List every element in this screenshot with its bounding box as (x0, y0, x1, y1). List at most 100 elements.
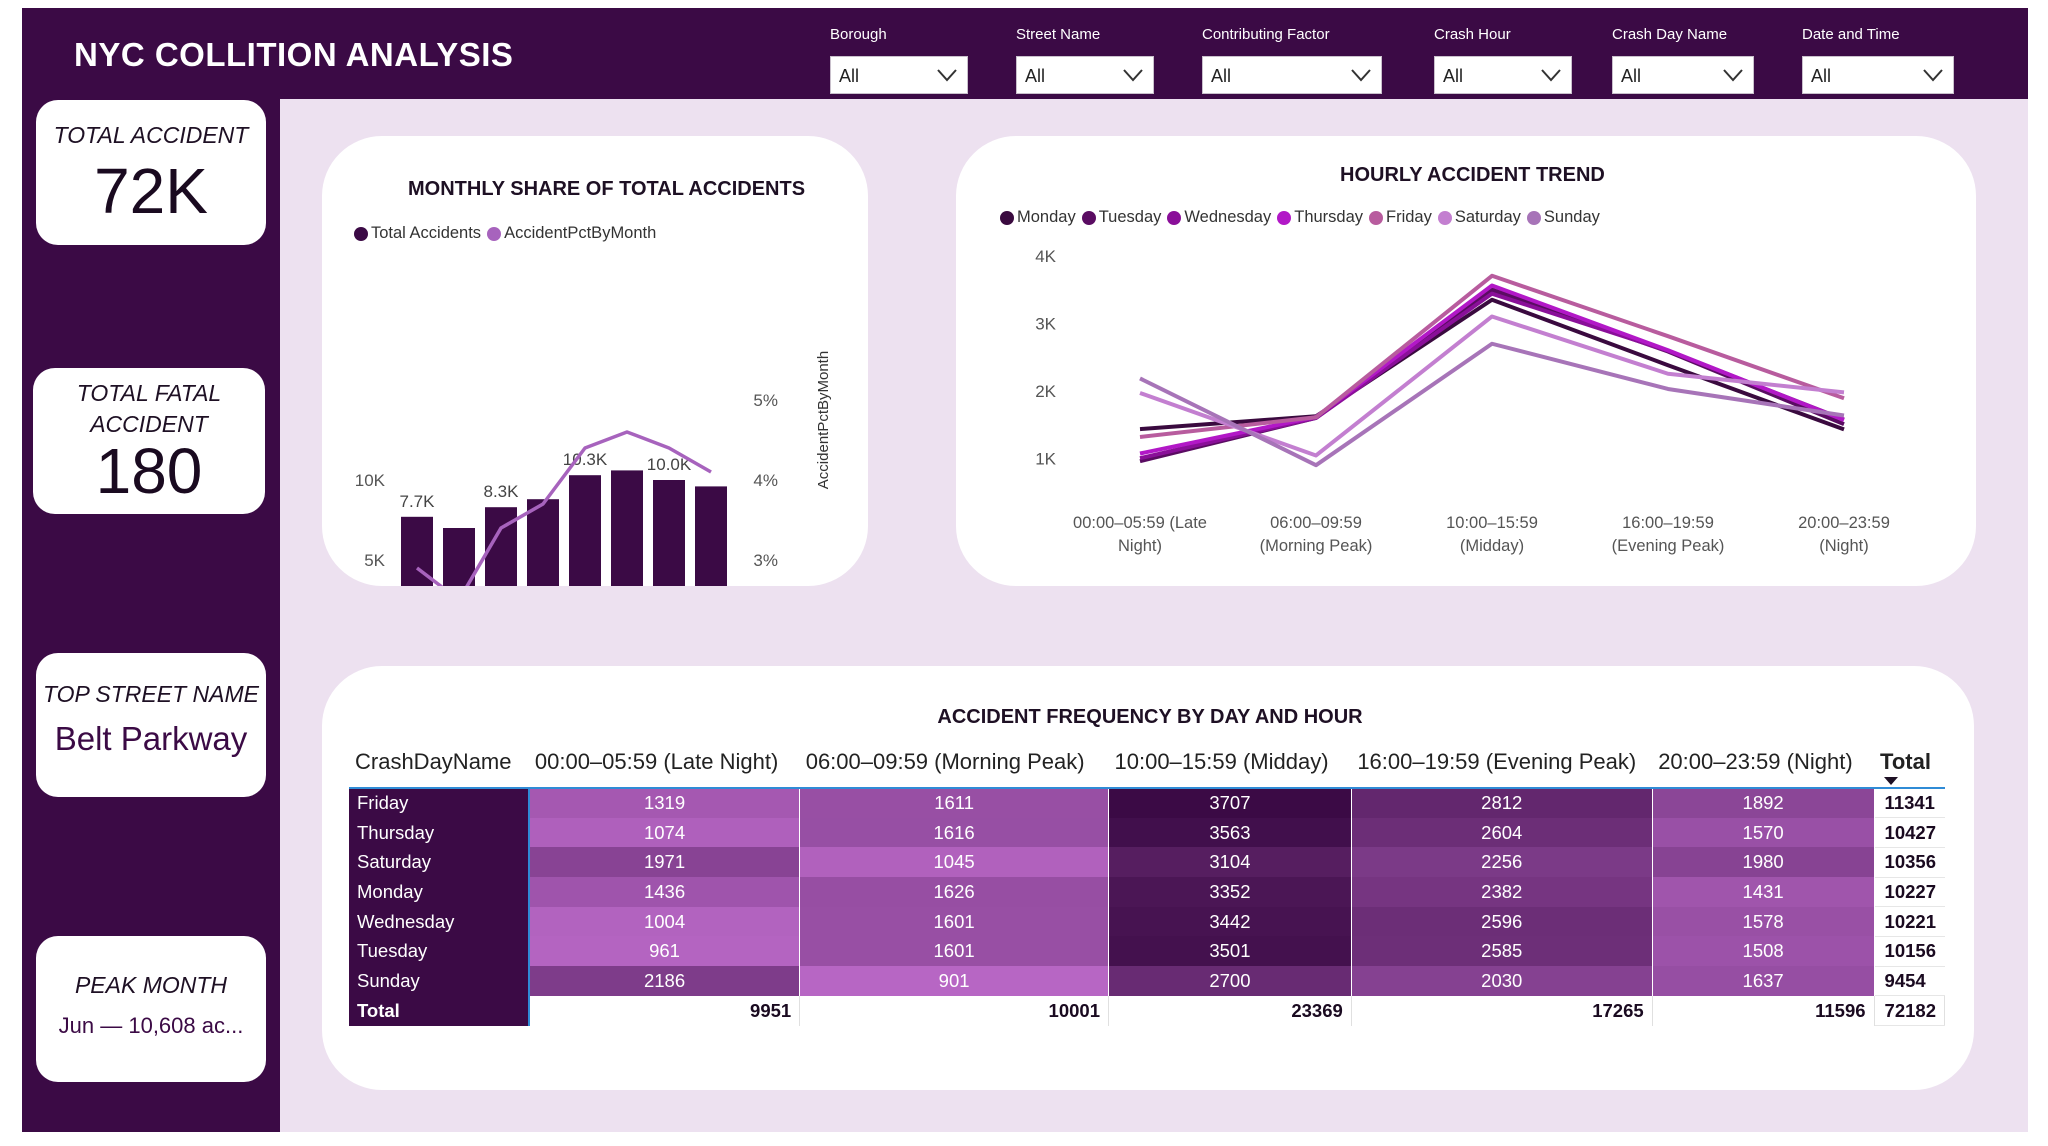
sort-descending-icon (1884, 777, 1899, 785)
data-label: 7.7K (400, 492, 436, 511)
matrix-cell: 1436 (528, 877, 801, 907)
bar-jul (653, 480, 685, 586)
row-header-saturday: Saturday (349, 847, 530, 878)
matrix-cell: 3442 (1108, 906, 1352, 937)
matrix-cell: 2382 (1351, 877, 1653, 907)
matrix-cell: 2604 (1351, 817, 1653, 848)
table-row[interactable]: Thursday 1074 1616 3563 2604 1570 10427 (349, 817, 1946, 848)
row-header-monday: Monday (349, 877, 530, 907)
x-tick-label-line1: 16:00–19:59 (1622, 514, 1714, 532)
slicer-label: Crash Day Name (1612, 26, 1728, 43)
y-tick-label: 4K (1035, 247, 1056, 266)
total-row-label: Total (349, 995, 530, 1026)
table-row[interactable]: Sunday 2186 901 2700 2030 1637 9454 (349, 966, 1946, 997)
total-row: Total 9951 10001 23369 17265 11596 72182 (349, 995, 1946, 1026)
x-tick-label-line1: 06:00–09:59 (1270, 514, 1362, 532)
matrix-cell: 1601 (799, 906, 1109, 937)
slicer-value: All (1025, 66, 1046, 86)
matrix-cell: 3104 (1108, 847, 1352, 878)
grand-total-cell: 72182 (1874, 995, 1946, 1026)
row-total-cell: 10427 (1874, 817, 1946, 848)
slicer-label: Date and Time (1802, 26, 1900, 43)
x-tick-label-line2: Night) (1118, 537, 1162, 555)
column-header-morning-peak[interactable]: 06:00–09:59 (Morning Peak) (800, 736, 1109, 788)
bar-aug (695, 486, 727, 586)
matrix-title: ACCIDENT FREQUENCY BY DAY AND HOUR (937, 706, 1363, 728)
row-total-cell: 10221 (1874, 906, 1946, 937)
kpi-total-accident: TOTAL ACCIDENT 72K (36, 100, 266, 245)
row-total-cell: 10356 (1874, 847, 1946, 878)
slicer-value: All (839, 66, 860, 86)
matrix-cell: 1637 (1652, 966, 1875, 996)
matrix-cell: 1045 (799, 847, 1109, 878)
matrix-cell: 2256 (1351, 847, 1653, 878)
table-row[interactable]: Wednesday 1004 1601 3442 2596 1578 10221 (349, 906, 1946, 937)
slicer-value: All (1211, 66, 1232, 86)
column-header-total-label: Total (1880, 748, 1931, 774)
kpi-label-line1: TOTAL FATAL (76, 380, 222, 406)
x-tick-label-line1: 20:00–23:59 (1798, 514, 1890, 532)
table-row[interactable]: Monday 1436 1626 3352 2382 1431 10227 (349, 877, 1946, 908)
chevron-down-icon (1723, 69, 1743, 82)
kpi-value: Belt Parkway (54, 720, 248, 757)
matrix-cell: 1508 (1652, 936, 1875, 967)
column-header-evening-peak[interactable]: 16:00–19:59 (Evening Peak) (1351, 736, 1652, 788)
matrix-cell: 1626 (799, 877, 1109, 907)
matrix-cell: 1074 (528, 817, 801, 848)
matrix-cell: 1980 (1652, 847, 1875, 878)
slicer-date-and-time: Date and Time All (1802, 26, 1954, 94)
slicer-value: All (1443, 66, 1464, 86)
y-tick-label: 1K (1035, 450, 1056, 469)
table-row[interactable]: Friday 1319 1611 3707 2812 1892 11341 (349, 788, 1946, 819)
matrix-cell: 3501 (1108, 936, 1352, 967)
row-header-wednesday: Wednesday (349, 906, 530, 937)
column-total-cell: 10001 (799, 995, 1109, 1026)
column-header-late-night[interactable]: 00:00–05:59 (Late Night) (529, 736, 800, 788)
app-title: NYC COLLITION ANALYSIS (74, 36, 514, 73)
contributing-factor-dropdown[interactable]: All (1202, 56, 1382, 94)
kpi-value: 72K (94, 155, 208, 227)
matrix-cell: 1611 (799, 788, 1109, 818)
y-tick-label: 2K (1035, 382, 1056, 401)
matrix-header-row: CrashDayName 00:00–05:59 (Late Night) 06… (349, 736, 1945, 788)
kpi-label: PEAK MONTH (74, 972, 228, 998)
column-total-cell: 11596 (1652, 995, 1875, 1026)
column-header-total[interactable]: Total (1874, 736, 1944, 788)
row-total-cell: 10227 (1874, 877, 1946, 908)
kpi-value: Jun — 10,608 ac... (58, 1013, 244, 1038)
matrix-cell: 901 (799, 966, 1109, 996)
table-row[interactable]: Saturday 1971 1045 3104 2256 1980 10356 (349, 847, 1946, 878)
crash-hour-dropdown[interactable]: All (1434, 56, 1572, 94)
series-line-monday (1139, 297, 1845, 432)
monthly-chart-card: MONTHLY SHARE OF TOTAL ACCIDENTS Total A… (322, 136, 868, 586)
chevron-down-icon (1123, 69, 1143, 82)
row-header-sunday: Sunday (349, 966, 530, 996)
slicer-label: Contributing Factor (1202, 26, 1330, 43)
kpi-label: TOP STREET NAME (43, 681, 259, 707)
y2-tick-label: 3% (753, 551, 778, 570)
column-header-crash-day-name[interactable]: CrashDayName (349, 736, 529, 788)
crash-day-name-dropdown[interactable]: All (1612, 56, 1754, 94)
table-row[interactable]: Tuesday 961 1601 3501 2585 1508 10156 (349, 936, 1946, 967)
bar-feb (443, 528, 475, 586)
y2-tick-label: 5% (753, 391, 778, 410)
bar-jun (611, 470, 643, 586)
slicer-label: Crash Hour (1434, 26, 1511, 43)
x-tick-label-line2: (Evening Peak) (1612, 537, 1725, 555)
y2-axis-label: AccidentPctByMonth (815, 351, 832, 489)
borough-dropdown[interactable]: All (830, 56, 968, 94)
date-and-time-dropdown[interactable]: All (1802, 56, 1954, 94)
column-header-night[interactable]: 20:00–23:59 (Night) (1652, 736, 1874, 788)
slicer-crash-hour: Crash Hour All (1434, 26, 1572, 94)
data-label: 8.3K (484, 482, 520, 501)
kpi-peak-month: PEAK MONTH Jun — 10,608 ac... (36, 936, 266, 1082)
slicer-value: All (1621, 66, 1642, 86)
hourly-chart: 1K 2K 3K 4K 00:00–05:59 (Late Night) 06:00–09:… (1035, 247, 1890, 555)
column-total-cell: 9951 (528, 995, 801, 1026)
matrix-cell: 2186 (528, 966, 801, 996)
column-header-midday[interactable]: 10:00–15:59 (Midday) (1109, 736, 1352, 788)
kpi-top-street-name: TOP STREET NAME Belt Parkway (36, 653, 266, 797)
x-tick-label-line1: 10:00–15:59 (1446, 514, 1538, 532)
street-name-dropdown[interactable]: All (1016, 56, 1154, 94)
slicer-street-name: Street Name All (1016, 26, 1154, 94)
